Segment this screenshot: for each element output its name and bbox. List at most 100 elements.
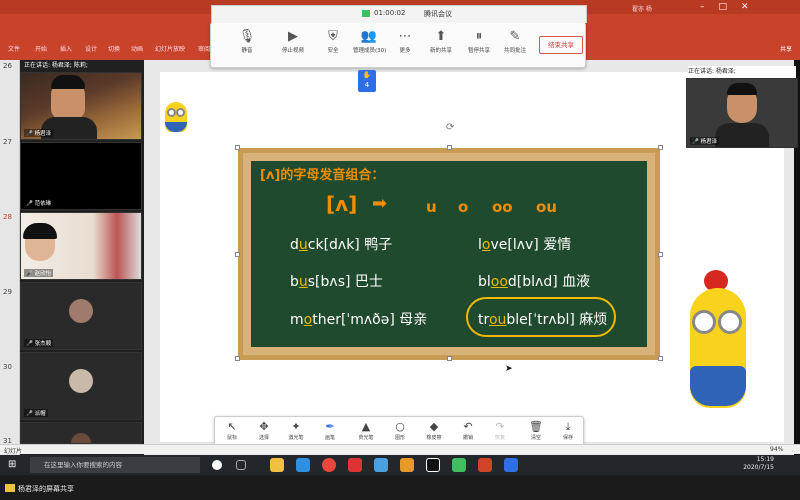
- pointer-tool[interactable]: ↖ 鼠标: [217, 420, 247, 441]
- manage-members-button[interactable]: 👥 管理成员(30): [353, 28, 386, 54]
- tab-transitions[interactable]: 切换: [108, 44, 120, 53]
- app-icon[interactable]: [348, 458, 362, 472]
- redo-button[interactable]: ↷ 恢复: [485, 420, 515, 441]
- resize-handle[interactable]: [658, 356, 663, 361]
- raise-hand-count: 4: [364, 81, 370, 89]
- word-love: love[lʌv] 爱情: [478, 237, 572, 253]
- participant-tile[interactable]: 🎤 派帽: [20, 352, 142, 420]
- tab-animations[interactable]: 动画: [131, 44, 143, 53]
- powerpoint-icon[interactable]: [478, 458, 492, 472]
- rotate-handle-icon[interactable]: ⟳: [446, 122, 454, 133]
- participant-name: 🎤 杨君泽: [24, 129, 54, 137]
- account-name[interactable]: 翟亦 杨: [632, 4, 652, 13]
- zoom-level[interactable]: 94%: [770, 446, 783, 453]
- avatar: [69, 369, 93, 393]
- speaking-indicator: 正在讲话: 杨君泽; 陈莉;: [24, 62, 88, 69]
- edge-icon[interactable]: [296, 458, 310, 472]
- resize-handle[interactable]: [658, 252, 663, 257]
- avatar: [69, 299, 93, 323]
- select-tool[interactable]: ✥ 选择: [249, 420, 279, 441]
- chrome-icon[interactable]: [322, 458, 336, 472]
- laser-tool[interactable]: ✦ 激光笔: [281, 420, 311, 441]
- qq-icon[interactable]: [426, 458, 440, 472]
- slide-number: 26: [3, 62, 12, 70]
- windows-start-icon[interactable]: ⊞: [8, 459, 16, 470]
- participant-tile[interactable]: 🎤 张杰顺: [20, 282, 142, 350]
- minion-goggle: [176, 108, 185, 117]
- highlighter-tool[interactable]: ▲ 荧光笔: [351, 420, 381, 441]
- app-icon[interactable]: [374, 458, 388, 472]
- cursor-icon: ➤: [505, 364, 513, 374]
- speaker-name: 🎤 杨君泽: [690, 137, 720, 145]
- annotate-button[interactable]: ✎ 共同批注: [499, 28, 531, 54]
- eraser-tool[interactable]: ◆ 橡皮擦: [419, 420, 449, 441]
- clock-date: 2020/7/15: [743, 464, 774, 471]
- window-controls[interactable]: –□✕: [700, 2, 763, 12]
- screen-share-bar: [0, 475, 800, 500]
- participant-tile[interactable]: [20, 422, 142, 444]
- laser-icon: ✦: [291, 420, 301, 433]
- share-button[interactable]: 共享: [780, 44, 792, 53]
- slide-number-current: 28: [3, 213, 12, 221]
- resize-handle[interactable]: [235, 252, 240, 257]
- resize-handle[interactable]: [658, 145, 663, 150]
- microphone-icon: 🎙: [238, 29, 256, 44]
- mute-button[interactable]: 🎙 静音: [231, 28, 263, 54]
- save-button[interactable]: ⤓ 保存: [553, 420, 583, 441]
- security-button[interactable]: ⛨ 安全: [317, 28, 349, 54]
- clear-button[interactable]: 🗑 清空: [521, 420, 551, 441]
- word-mother: mother[ˈmʌðə] 母亲: [290, 312, 428, 328]
- word-bus: bus[bʌs] 巴士: [290, 274, 383, 290]
- shape-tool[interactable]: ○ 图形: [385, 420, 415, 441]
- tab-slideshow[interactable]: 幻灯片放映: [155, 44, 185, 53]
- tab-review[interactable]: 审阅: [198, 44, 210, 53]
- meeting-timer: 01:00:02: [374, 9, 406, 17]
- new-share-button[interactable]: ⬆ 新的共享: [425, 28, 457, 54]
- stop-video-button[interactable]: ▶ 停止视频: [277, 28, 309, 54]
- participant-name-text: 范依琳: [34, 201, 52, 207]
- tab-insert[interactable]: 插入: [60, 44, 72, 53]
- participant-name: 🎤 范依琳: [24, 199, 54, 207]
- annotate-icon: ✎: [509, 29, 521, 44]
- speaker-body: [715, 123, 769, 147]
- tab-design[interactable]: 设计: [85, 44, 97, 53]
- pen-tool[interactable]: ✒ 画笔: [315, 420, 345, 441]
- minion-sticker-small: [163, 100, 189, 132]
- resize-handle[interactable]: [447, 145, 452, 150]
- pause-share-button[interactable]: ⏸ 暂停共享: [463, 28, 495, 54]
- cortana-icon[interactable]: [212, 460, 222, 470]
- slide-thumbnail-column[interactable]: 26 27 28 29 30 31: [0, 60, 20, 455]
- end-share-button[interactable]: 结束共享: [539, 36, 583, 54]
- participant-name-text: 张杰顺: [34, 341, 52, 347]
- vowel-combo: ou: [536, 198, 557, 216]
- speaker-name-text: 杨君泽: [700, 139, 718, 145]
- taskbar-clock[interactable]: 15:19 2020/7/15: [736, 456, 774, 472]
- raise-hand-button[interactable]: ✋ 4: [358, 70, 376, 92]
- app-icon[interactable]: [400, 458, 414, 472]
- participant-tile[interactable]: 🎤 范依琳: [20, 142, 142, 210]
- taskbar-search-input[interactable]: 在这里输入你要搜索的内容: [30, 457, 200, 473]
- speaking-indicator-right: 正在讲话: 杨君泽;: [688, 66, 796, 78]
- vowel-combo: o: [458, 198, 469, 216]
- more-button[interactable]: ⋯ 更多: [389, 28, 421, 54]
- slide-number: 30: [3, 363, 12, 371]
- speaker-hair: [727, 83, 757, 95]
- participant-tile[interactable]: 🎤 杨君泽: [20, 72, 142, 140]
- redo-icon: ↷: [495, 420, 505, 433]
- highlighter-icon: ▲: [361, 420, 371, 433]
- tab-home[interactable]: 开始: [35, 44, 47, 53]
- participant-name-text: 杨君泽: [34, 131, 52, 137]
- task-view-icon[interactable]: [236, 460, 246, 470]
- wechat-icon[interactable]: [452, 458, 466, 472]
- resize-handle[interactable]: [235, 145, 240, 150]
- participant-hair: [23, 223, 57, 239]
- speaker-video-tile[interactable]: 🎤 杨君泽: [686, 78, 798, 148]
- participant-tile[interactable]: 🎤 赵欣怡: [20, 212, 142, 280]
- hand-icon: ✋: [362, 71, 372, 79]
- undo-button[interactable]: ↶ 撤销: [453, 420, 483, 441]
- file-explorer-icon[interactable]: [270, 458, 284, 472]
- tab-file[interactable]: 文件: [8, 44, 20, 53]
- resize-handle[interactable]: [235, 356, 240, 361]
- tencent-meeting-icon[interactable]: [504, 458, 518, 472]
- resize-handle[interactable]: [447, 356, 452, 361]
